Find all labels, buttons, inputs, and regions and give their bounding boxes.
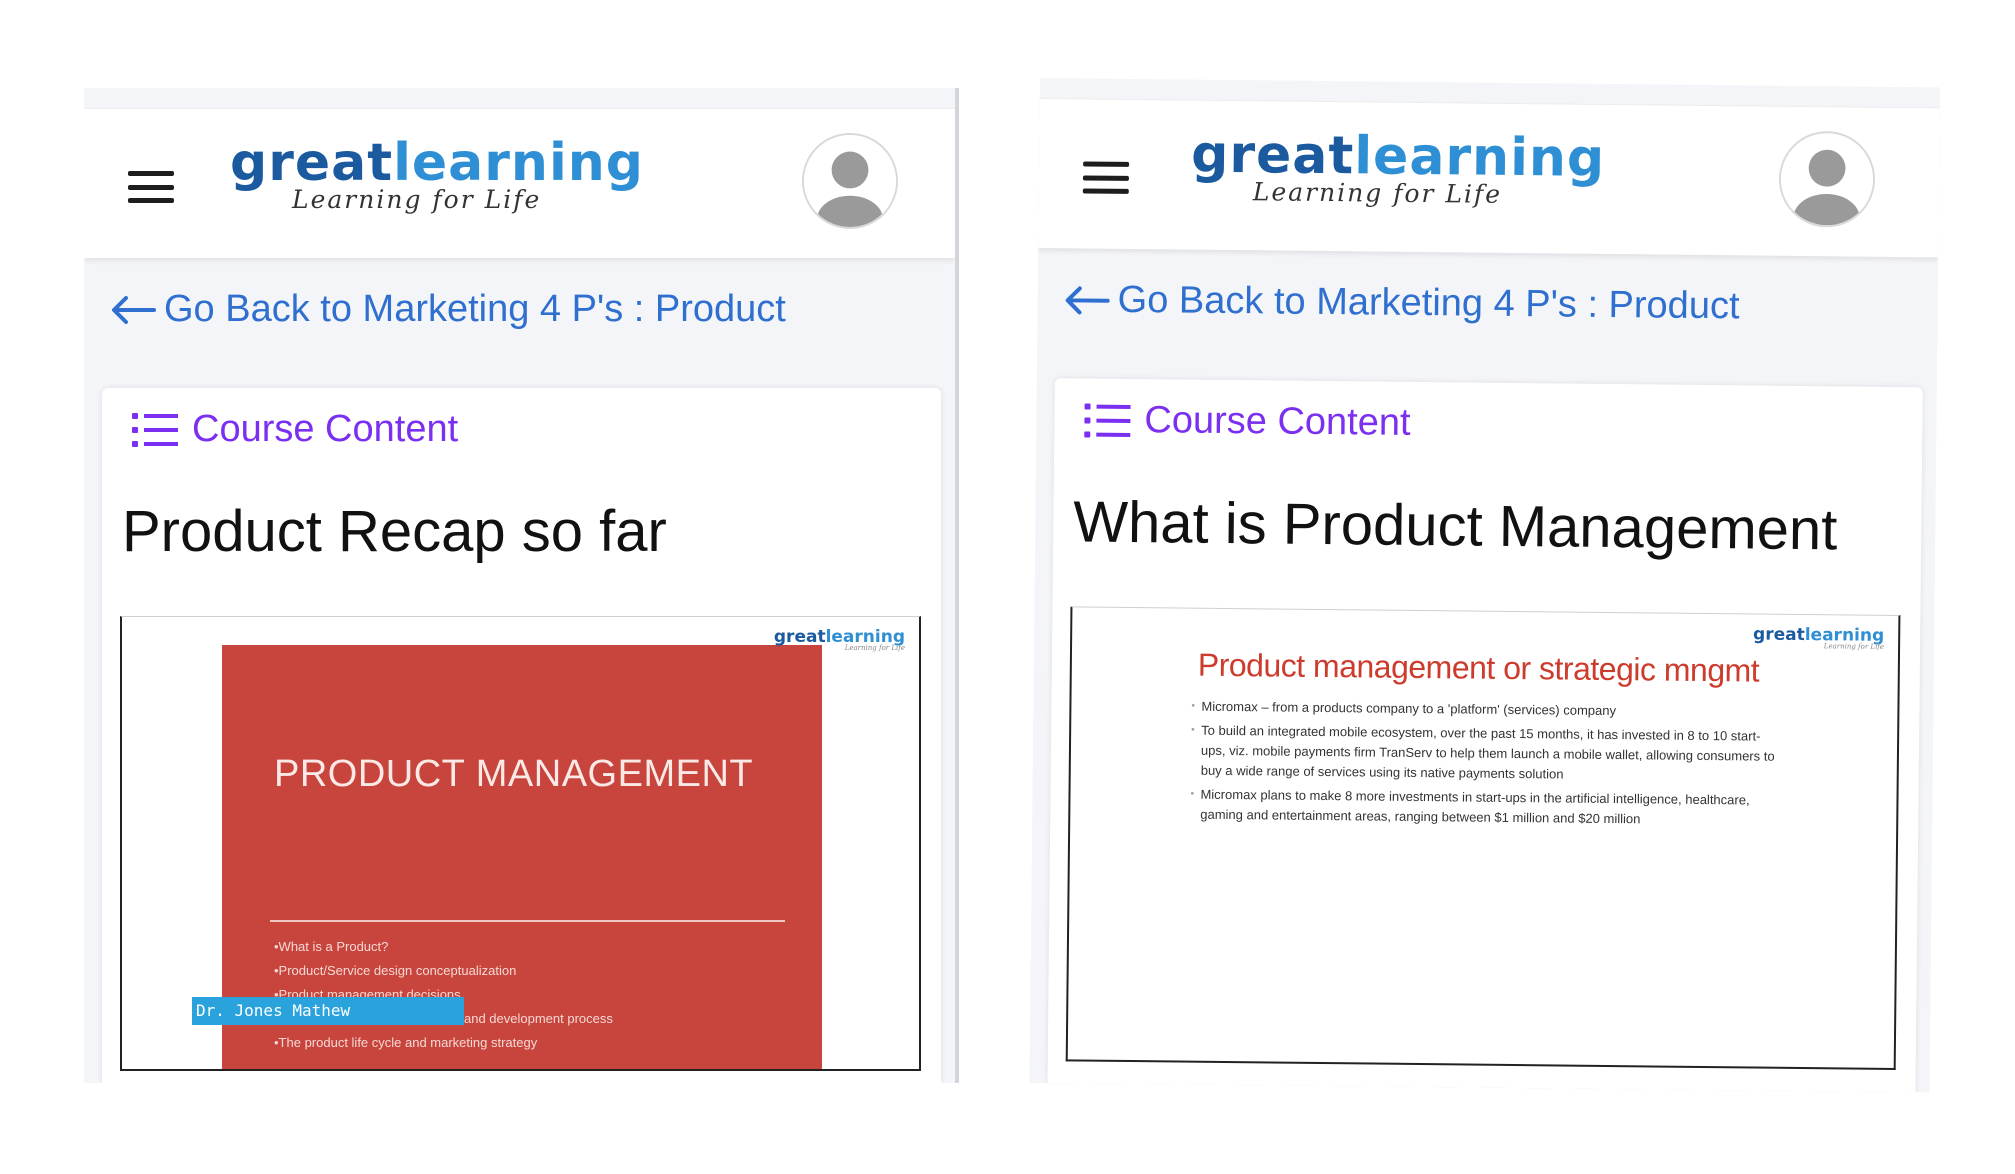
avatar-icon[interactable] [802, 133, 898, 229]
back-link-label: Go Back to Marketing 4 P's : Product [164, 288, 786, 330]
greatlearning-logo[interactable]: greatlearning Learning for Life [230, 135, 644, 214]
course-content-button[interactable]: Course Content [130, 408, 458, 451]
logo-great-text: great [230, 133, 394, 193]
video-player[interactable]: Product management or strategic mngmt Mi… [1065, 606, 1901, 1071]
avatar-icon[interactable] [1778, 130, 1876, 228]
slide-bullet-list: •What is a Product? •Product/Service des… [274, 935, 613, 1055]
slide-title: Product management or strategic mngmt [1197, 646, 1760, 689]
app-header: greatlearning Learning for Life [84, 108, 955, 258]
phone-screen-left: greatlearning Learning for Life Go Back … [84, 88, 959, 1083]
slide-white-background: Product management or strategic mngmt Mi… [1068, 607, 1899, 1068]
course-content-label: Course Content [192, 408, 459, 450]
slide-bullet: •What is a Product? [274, 939, 389, 954]
course-content-label: Course Content [1144, 399, 1411, 444]
speaker-caption: Dr. Jones Mathew [192, 997, 464, 1025]
phone-screen-right: greatlearning Learning for Life Go Back … [1029, 78, 1940, 1093]
hamburger-icon[interactable] [128, 171, 174, 203]
slide-bullet-list: Micromax – from a products company to a … [1190, 697, 1781, 835]
lesson-card: Course Content What is Product Managemen… [1047, 378, 1923, 1093]
back-to-module-link[interactable]: Go Back to Marketing 4 P's : Product [110, 288, 786, 331]
arrow-left-icon [1065, 285, 1110, 314]
video-player[interactable]: PRODUCT MANAGEMENT •What is a Product? •… [120, 616, 921, 1071]
list-icon [132, 412, 178, 447]
slide-bullet: •Product/Service design conceptualizatio… [274, 963, 517, 978]
greatlearning-logo[interactable]: greatlearning Learning for Life [1191, 125, 1606, 210]
slide-bullet: •The product life cycle and marketing st… [274, 1035, 538, 1050]
slide-bullet: Micromax – from a products company to a … [1191, 697, 1781, 723]
arrow-left-icon [112, 295, 156, 324]
hamburger-icon[interactable] [1082, 161, 1130, 194]
list-icon [1084, 402, 1131, 438]
slide-title: PRODUCT MANAGEMENT [274, 753, 754, 795]
lesson-title: Product Recap so far [122, 499, 667, 564]
slide-bullet: Micromax plans to make 8 more investment… [1190, 785, 1780, 831]
slide-logo: greatlearning Learning for Life [773, 627, 905, 652]
back-to-module-link[interactable]: Go Back to Marketing 4 P's : Product [1063, 278, 1740, 328]
logo-learning-text: learning [393, 133, 645, 193]
slide-logo: greatlearning Learning for Life [1752, 624, 1885, 651]
slide-bullet: To build an integrated mobile ecosystem,… [1191, 721, 1782, 787]
course-content-button[interactable]: Course Content [1082, 398, 1411, 444]
lesson-title: What is Product Management [1073, 489, 1838, 563]
app-header: greatlearning Learning for Life [1038, 97, 1940, 258]
slide-divider [270, 920, 785, 922]
lesson-card: Course Content Product Recap so far PROD… [102, 388, 941, 1083]
back-link-label: Go Back to Marketing 4 P's : Product [1117, 278, 1740, 328]
